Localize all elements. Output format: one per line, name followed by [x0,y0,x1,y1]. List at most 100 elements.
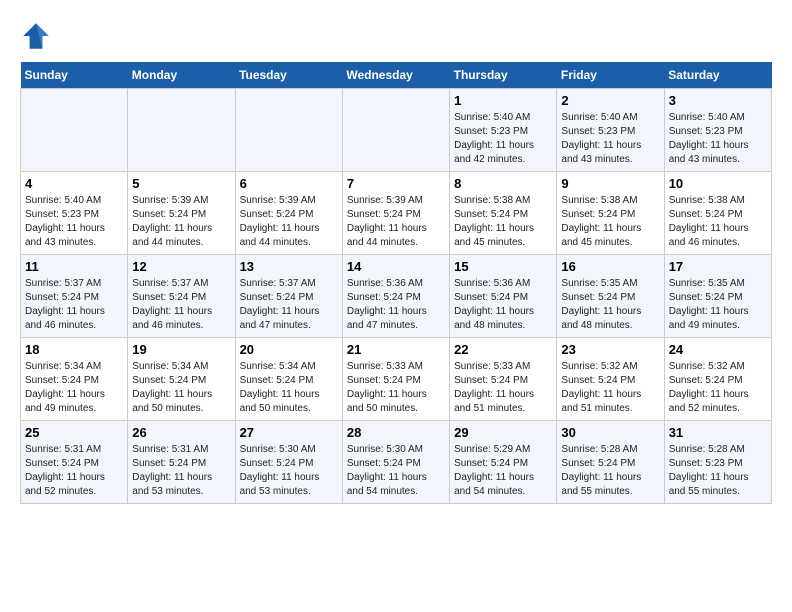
day-info: Sunrise: 5:31 AM Sunset: 5:24 PM Dayligh… [132,443,230,499]
calendar-cell: 14 Sunrise: 5:36 AM Sunset: 5:24 PM Dayli… [342,255,449,338]
day-info: Sunrise: 5:30 AM Sunset: 5:24 PM Dayligh… [347,443,445,499]
day-info: Sunrise: 5:40 AM Sunset: 5:23 PM Dayligh… [561,111,659,167]
header-monday: Monday [128,62,235,89]
day-info: Sunrise: 5:38 AM Sunset: 5:24 PM Dayligh… [454,194,552,250]
calendar-cell: 7 Sunrise: 5:39 AM Sunset: 5:24 PM Daylig… [342,172,449,255]
header-tuesday: Tuesday [235,62,342,89]
calendar-cell: 31 Sunrise: 5:28 AM Sunset: 5:23 PM Dayli… [664,421,771,504]
calendar-week-5: 25Sunrise: 5:31 AM Sunset: 5:24 PM Dayli… [21,421,772,504]
day-number: 7 [347,176,445,191]
header-friday: Friday [557,62,664,89]
calendar-cell [342,89,449,172]
day-info: Sunrise: 5:31 AM Sunset: 5:24 PM Dayligh… [25,443,123,499]
day-number: 9 [561,176,659,191]
day-info: Sunrise: 5:33 AM Sunset: 5:24 PM Dayligh… [347,360,445,416]
header-thursday: Thursday [450,62,557,89]
day-info: Sunrise: 5:40 AM Sunset: 5:23 PM Dayligh… [25,194,123,250]
day-info: Sunrise: 5:39 AM Sunset: 5:24 PM Dayligh… [240,194,338,250]
day-info: Sunrise: 5:40 AM Sunset: 5:23 PM Dayligh… [454,111,552,167]
day-number: 10 [669,176,767,191]
day-info: Sunrise: 5:33 AM Sunset: 5:24 PM Dayligh… [454,360,552,416]
day-info: Sunrise: 5:36 AM Sunset: 5:24 PM Dayligh… [454,277,552,333]
day-info: Sunrise: 5:37 AM Sunset: 5:24 PM Dayligh… [240,277,338,333]
day-number: 14 [347,259,445,274]
calendar-cell: 9 Sunrise: 5:38 AM Sunset: 5:24 PM Daylig… [557,172,664,255]
logo [20,20,56,52]
day-number: 4 [25,176,123,191]
day-info: Sunrise: 5:28 AM Sunset: 5:23 PM Dayligh… [669,443,767,499]
calendar-cell: 13Sunrise: 5:37 AM Sunset: 5:24 PM Dayli… [235,255,342,338]
calendar-cell: 19Sunrise: 5:34 AM Sunset: 5:24 PM Dayli… [128,338,235,421]
calendar-cell [235,89,342,172]
day-info: Sunrise: 5:39 AM Sunset: 5:24 PM Dayligh… [132,194,230,250]
calendar-cell: 22 Sunrise: 5:33 AM Sunset: 5:24 PM Dayli… [450,338,557,421]
calendar-week-2: 4 Sunrise: 5:40 AM Sunset: 5:23 PM Daylig… [21,172,772,255]
day-number: 1 [454,93,552,108]
calendar-cell: 30 Sunrise: 5:28 AM Sunset: 5:24 PM Dayli… [557,421,664,504]
day-number: 29 [454,425,552,440]
day-number: 3 [669,93,767,108]
calendar-cell: 23Sunrise: 5:32 AM Sunset: 5:24 PM Dayli… [557,338,664,421]
day-number: 22 [454,342,552,357]
header-sunday: Sunday [21,62,128,89]
day-info: Sunrise: 5:36 AM Sunset: 5:24 PM Dayligh… [347,277,445,333]
day-number: 24 [669,342,767,357]
calendar-cell [21,89,128,172]
calendar-cell: 27 Sunrise: 5:30 AM Sunset: 5:24 PM Dayli… [235,421,342,504]
page-header [20,20,772,52]
calendar-cell: 16 Sunrise: 5:35 AM Sunset: 5:24 PM Dayli… [557,255,664,338]
calendar-cell: 10 Sunrise: 5:38 AM Sunset: 5:24 PM Dayli… [664,172,771,255]
day-number: 31 [669,425,767,440]
calendar-cell: 28 Sunrise: 5:30 AM Sunset: 5:24 PM Dayli… [342,421,449,504]
day-info: Sunrise: 5:38 AM Sunset: 5:24 PM Dayligh… [561,194,659,250]
day-info: Sunrise: 5:38 AM Sunset: 5:24 PM Dayligh… [669,194,767,250]
day-info: Sunrise: 5:30 AM Sunset: 5:24 PM Dayligh… [240,443,338,499]
calendar-cell: 15 Sunrise: 5:36 AM Sunset: 5:24 PM Dayli… [450,255,557,338]
day-number: 12 [132,259,230,274]
day-info: Sunrise: 5:35 AM Sunset: 5:24 PM Dayligh… [669,277,767,333]
calendar-table: SundayMondayTuesdayWednesdayThursdayFrid… [20,62,772,504]
header-wednesday: Wednesday [342,62,449,89]
day-number: 28 [347,425,445,440]
calendar-cell: 26 Sunrise: 5:31 AM Sunset: 5:24 PM Dayli… [128,421,235,504]
calendar-header-row: SundayMondayTuesdayWednesdayThursdayFrid… [21,62,772,89]
calendar-cell: 5 Sunrise: 5:39 AM Sunset: 5:24 PM Daylig… [128,172,235,255]
day-number: 30 [561,425,659,440]
calendar-cell: 20Sunrise: 5:34 AM Sunset: 5:24 PM Dayli… [235,338,342,421]
day-number: 6 [240,176,338,191]
calendar-cell: 24Sunrise: 5:32 AM Sunset: 5:24 PM Dayli… [664,338,771,421]
day-info: Sunrise: 5:37 AM Sunset: 5:24 PM Dayligh… [25,277,123,333]
day-number: 11 [25,259,123,274]
calendar-cell: 6 Sunrise: 5:39 AM Sunset: 5:24 PM Daylig… [235,172,342,255]
calendar-cell: 4 Sunrise: 5:40 AM Sunset: 5:23 PM Daylig… [21,172,128,255]
day-number: 27 [240,425,338,440]
calendar-cell: 3 Sunrise: 5:40 AM Sunset: 5:23 PM Daylig… [664,89,771,172]
logo-icon [20,20,52,52]
day-info: Sunrise: 5:39 AM Sunset: 5:24 PM Dayligh… [347,194,445,250]
day-number: 5 [132,176,230,191]
calendar-week-3: 11 Sunrise: 5:37 AM Sunset: 5:24 PM Dayli… [21,255,772,338]
calendar-cell: 21 Sunrise: 5:33 AM Sunset: 5:24 PM Dayli… [342,338,449,421]
day-number: 8 [454,176,552,191]
day-number: 18 [25,342,123,357]
day-info: Sunrise: 5:29 AM Sunset: 5:24 PM Dayligh… [454,443,552,499]
calendar-week-4: 18 Sunrise: 5:34 AM Sunset: 5:24 PM Dayli… [21,338,772,421]
day-number: 26 [132,425,230,440]
day-info: Sunrise: 5:35 AM Sunset: 5:24 PM Dayligh… [561,277,659,333]
day-info: Sunrise: 5:34 AM Sunset: 5:24 PM Dayligh… [240,360,338,416]
day-info: Sunrise: 5:40 AM Sunset: 5:23 PM Dayligh… [669,111,767,167]
calendar-cell: 18Sunrise: 5:34 AM Sunset: 5:24 PM Dayli… [21,338,128,421]
day-number: 21 [347,342,445,357]
calendar-week-1: 1 Sunrise: 5:40 AM Sunset: 5:23 PM Daylig… [21,89,772,172]
calendar-cell: 25Sunrise: 5:31 AM Sunset: 5:24 PM Dayli… [21,421,128,504]
day-info: Sunrise: 5:28 AM Sunset: 5:24 PM Dayligh… [561,443,659,499]
calendar-cell: 11 Sunrise: 5:37 AM Sunset: 5:24 PM Dayli… [21,255,128,338]
day-info: Sunrise: 5:32 AM Sunset: 5:24 PM Dayligh… [561,360,659,416]
calendar-cell: 8 Sunrise: 5:38 AM Sunset: 5:24 PM Daylig… [450,172,557,255]
day-info: Sunrise: 5:37 AM Sunset: 5:24 PM Dayligh… [132,277,230,333]
day-number: 2 [561,93,659,108]
day-number: 16 [561,259,659,274]
calendar-cell: 29 Sunrise: 5:29 AM Sunset: 5:24 PM Dayli… [450,421,557,504]
day-number: 15 [454,259,552,274]
day-info: Sunrise: 5:34 AM Sunset: 5:24 PM Dayligh… [132,360,230,416]
